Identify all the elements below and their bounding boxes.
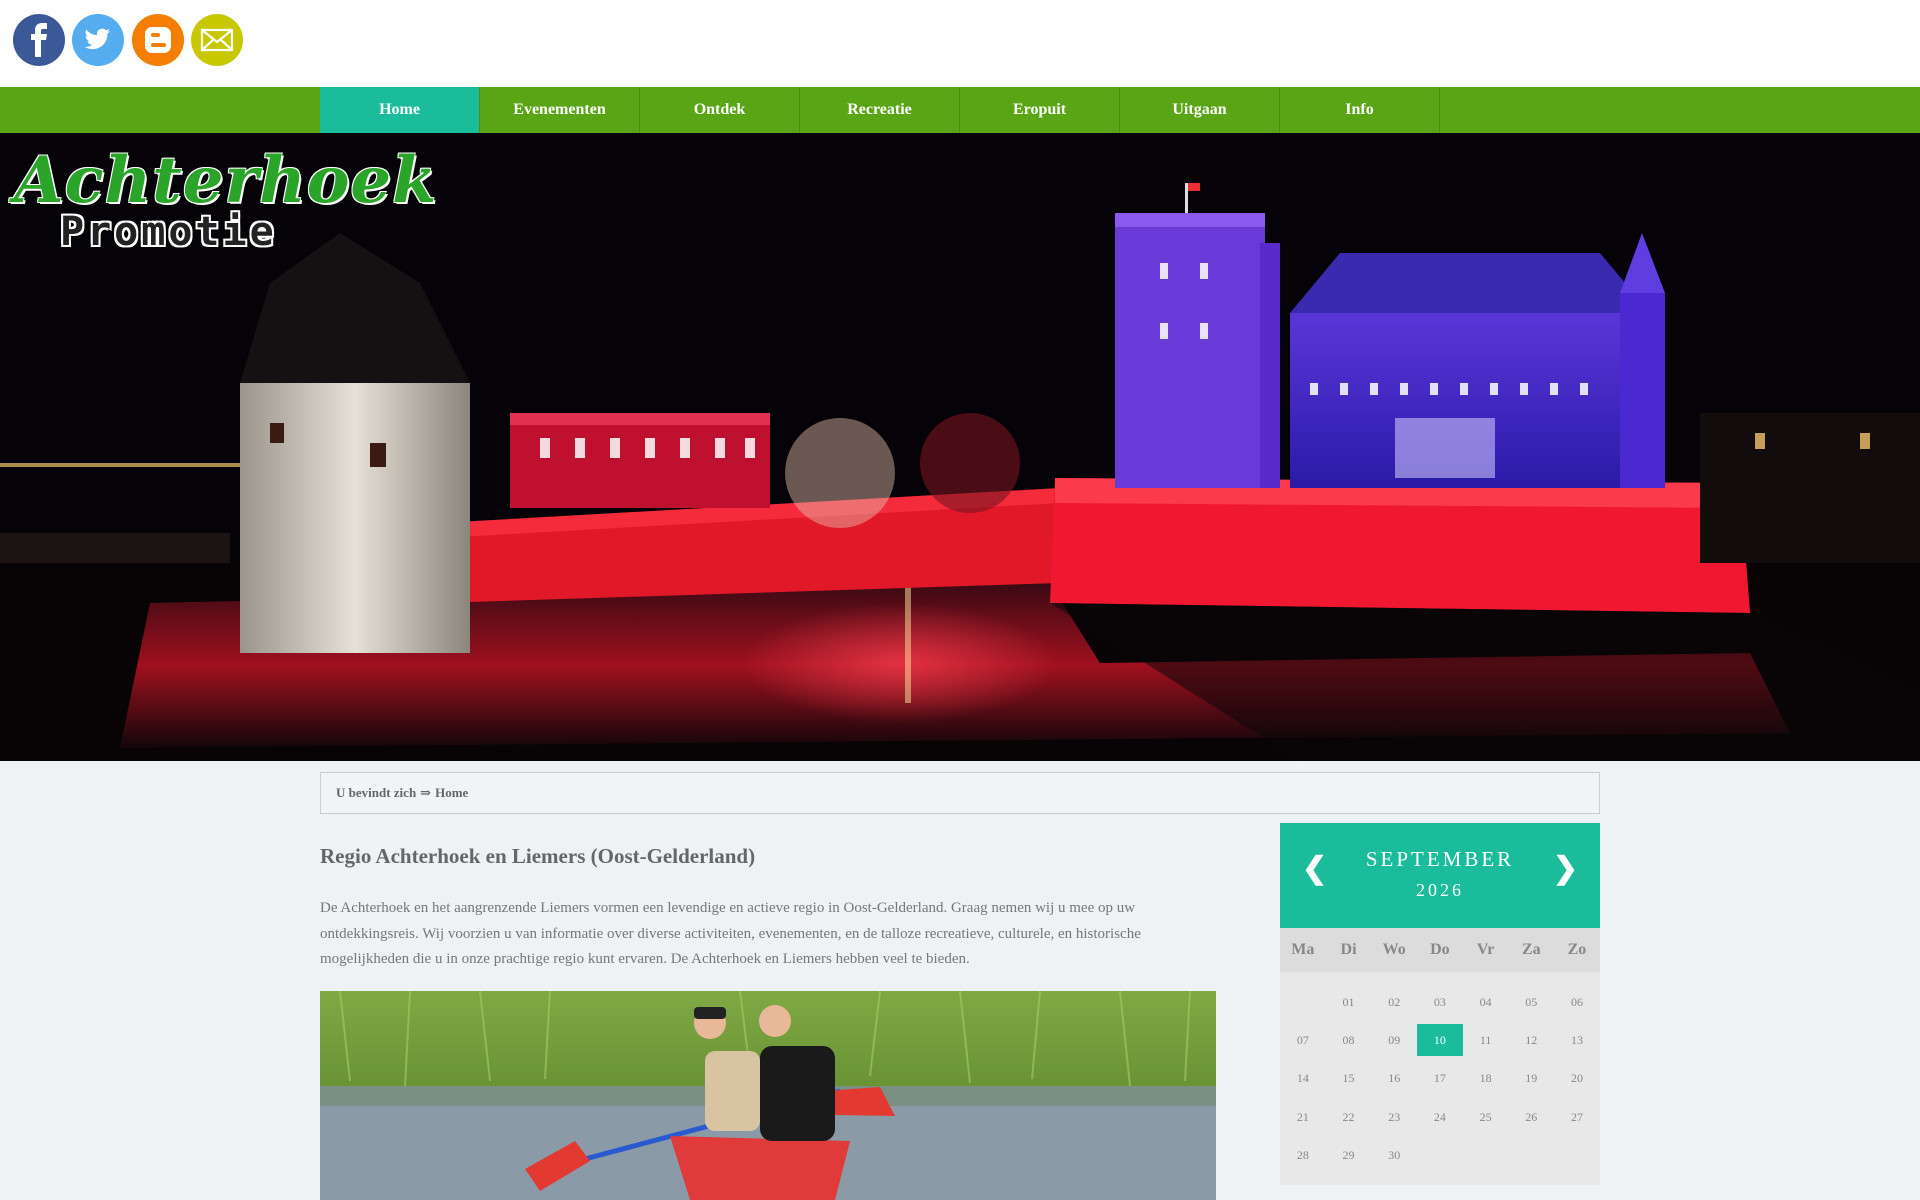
- chevron-right-icon[interactable]: ❯: [1553, 851, 1578, 886]
- weekday-label: Di: [1340, 941, 1357, 958]
- calendar-day[interactable]: 30: [1371, 1136, 1417, 1174]
- site-logo[interactable]: Achterhoek Promotie: [14, 146, 436, 256]
- main-content: Regio Achterhoek en Liemers (Oost-Gelder…: [320, 844, 1216, 973]
- breadcrumb-current[interactable]: Home: [435, 785, 468, 801]
- calendar-day[interactable]: 17: [1417, 1060, 1463, 1098]
- calendar-day[interactable]: 18: [1463, 1060, 1509, 1098]
- calendar-day[interactable]: 13: [1554, 1021, 1600, 1059]
- canoe-photo: [320, 991, 1216, 1200]
- calendar-day[interactable]: 10: [1417, 1024, 1463, 1057]
- weekday-label: Zo: [1567, 941, 1587, 958]
- calendar-day[interactable]: 23: [1371, 1098, 1417, 1136]
- calendar-day[interactable]: 07: [1280, 1021, 1326, 1059]
- calendar-day[interactable]: 01: [1326, 983, 1372, 1021]
- facebook-icon[interactable]: [13, 14, 65, 66]
- calendar-day[interactable]: 16: [1371, 1060, 1417, 1098]
- calendar-day[interactable]: 11: [1463, 1021, 1509, 1059]
- nav-item-recreatie[interactable]: Recreatie: [800, 87, 960, 133]
- nav-item-eropuit[interactable]: Eropuit: [960, 87, 1120, 133]
- calendar-weekdays: Ma Di Wo Do Vr Za Zo: [1280, 928, 1600, 972]
- calendar-day[interactable]: 21: [1280, 1098, 1326, 1136]
- calendar-day[interactable]: 24: [1417, 1098, 1463, 1136]
- calendar-day[interactable]: 19: [1508, 1060, 1554, 1098]
- twitter-icon[interactable]: [72, 14, 124, 66]
- breadcrumb-separator: ⇒: [420, 785, 432, 800]
- calendar-day[interactable]: 09: [1371, 1021, 1417, 1059]
- calendar-day[interactable]: 14: [1280, 1060, 1326, 1098]
- breadcrumb-prefix: U bevindt zich: [336, 785, 417, 800]
- calendar-day[interactable]: 26: [1508, 1098, 1554, 1136]
- page-title: Regio Achterhoek en Liemers (Oost-Gelder…: [320, 844, 756, 868]
- calendar-day[interactable]: 08: [1326, 1021, 1372, 1059]
- logo-subtitle: Promotie: [60, 209, 277, 255]
- calendar-header: ❮ SEPTEMBER 2026 ❯: [1280, 823, 1600, 928]
- main-nav: Home Evenementen Ontdek Recreatie Eropui…: [0, 87, 1920, 133]
- logo-title: Achterhoek: [14, 143, 438, 218]
- calendar-day[interactable]: 22: [1326, 1098, 1372, 1136]
- calendar-day[interactable]: 12: [1508, 1021, 1554, 1059]
- nav-item-ontdek[interactable]: Ontdek: [640, 87, 800, 133]
- nav-item-info[interactable]: Info: [1280, 87, 1440, 133]
- weekday-label: Ma: [1291, 941, 1315, 958]
- weekday-label: Za: [1521, 941, 1541, 958]
- calendar-day[interactable]: 04: [1463, 983, 1509, 1021]
- nav-item-evenementen[interactable]: Evenementen: [480, 87, 640, 133]
- blogger-icon[interactable]: [132, 14, 184, 66]
- calendar-day[interactable]: 25: [1463, 1098, 1509, 1136]
- calendar-day[interactable]: 06: [1554, 983, 1600, 1021]
- calendar-days: 01 02 03 04 05 06 07 08 09 10 11 12 13 14 15 16 17 18 19 20…: [1280, 972, 1600, 1174]
- social-bar: [0, 0, 1920, 87]
- calendar-day[interactable]: 28: [1280, 1136, 1326, 1174]
- calendar-day[interactable]: 15: [1326, 1060, 1372, 1098]
- nav-item-home[interactable]: Home: [320, 87, 480, 133]
- calendar-day[interactable]: 02: [1371, 983, 1417, 1021]
- intro-text: De Achterhoek en het aangrenzende Liemer…: [320, 900, 1141, 967]
- calendar-day[interactable]: 29: [1326, 1136, 1372, 1174]
- calendar-day[interactable]: 27: [1554, 1098, 1600, 1136]
- calendar-empty-cell: [1280, 983, 1326, 1021]
- breadcrumb: U bevindt zich ⇒ Home: [320, 772, 1600, 814]
- calendar-widget: ❮ SEPTEMBER 2026 ❯ Ma Di Wo Do Vr Za Zo …: [1280, 823, 1600, 1185]
- calendar-day[interactable]: 20: [1554, 1060, 1600, 1098]
- calendar-day[interactable]: 05: [1508, 983, 1554, 1021]
- nav-item-uitgaan[interactable]: Uitgaan: [1120, 87, 1280, 133]
- email-icon[interactable]: [191, 14, 243, 66]
- weekday-label: Wo: [1382, 941, 1406, 958]
- weekday-label: Vr: [1476, 941, 1495, 958]
- weekday-label: Do: [1430, 941, 1450, 958]
- calendar-day[interactable]: 03: [1417, 983, 1463, 1021]
